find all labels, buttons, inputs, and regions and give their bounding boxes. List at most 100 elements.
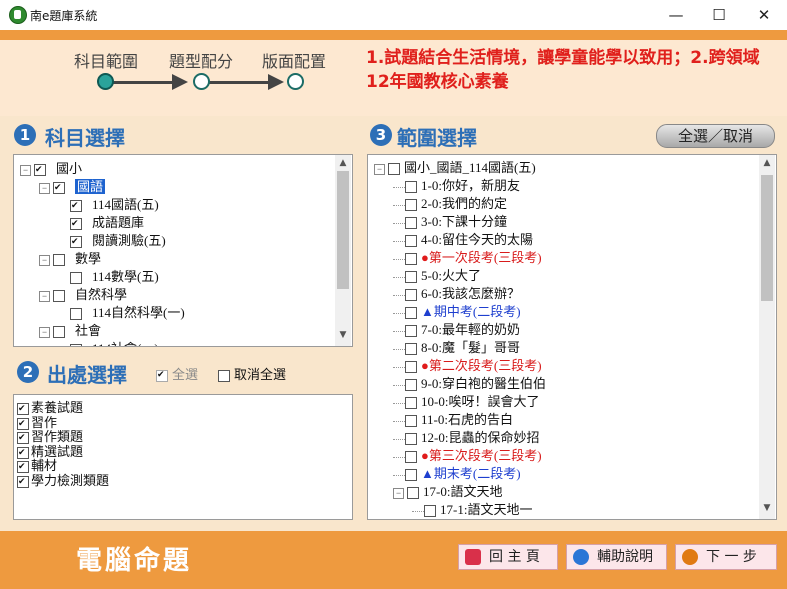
subject-tree-item[interactable]: 114自然科學(一) [58,302,185,321]
tree-expander-icon[interactable]: − [39,182,50,194]
tree-checkbox[interactable] [424,505,436,518]
range-tree-item[interactable]: − 17-0:語文天地 [393,481,502,500]
step-question-type[interactable]: 題型配分 [169,48,233,72]
subject-tree-item[interactable]: − 數學 [39,248,101,267]
tree-checkbox[interactable] [53,290,65,303]
tree-expander-icon[interactable]: − [39,254,50,266]
range-tree-item[interactable]: 12-0:昆蟲的保命妙招 [393,427,539,446]
select-all-checkbox[interactable] [156,369,168,382]
tree-checkbox[interactable] [405,415,417,428]
range-tree-item[interactable]: − 國小_國語_114國語(五) [374,157,536,176]
range-item-label: 第一次段考(三段考) [428,250,542,265]
tree-checkbox[interactable] [405,469,417,482]
tree-checkbox[interactable] [70,308,82,321]
home-button[interactable]: 回 主 頁 [458,544,558,570]
tree-checkbox[interactable] [405,289,417,302]
range-scroll-thumb[interactable] [761,175,773,301]
tree-checkbox[interactable] [53,326,65,339]
tree-item-label: 114國語(五) [92,197,159,212]
tree-checkbox[interactable] [70,218,82,231]
tree-checkbox[interactable] [405,271,417,284]
range-item-label: 3-0:下課十分鐘 [421,214,507,229]
range-tree-item[interactable]: 2-0:我們的約定 [393,193,507,212]
source-item[interactable]: 學力檢測類題 [17,470,109,489]
step-subject-range[interactable]: 科目範圍 [74,48,138,72]
help-button[interactable]: 輔助說明 [566,544,667,570]
range-tree-item[interactable]: ▲期中考(二段考) [393,301,521,320]
subject-tree-item[interactable]: − 國小 [20,158,82,177]
range-tree-item[interactable]: 8-0:魔「髮」哥哥 [393,337,520,356]
subject-tree-panel[interactable]: −國小−國語 114國語(五)成語題庫閱讀測驗(五)−數學114數學(五)−自然科… [13,154,353,347]
range-tree-item[interactable]: 5-0:火大了 [393,265,481,284]
tree-checkbox[interactable] [34,164,46,177]
tree-expander-icon[interactable]: − [20,164,31,176]
range-tree-item[interactable]: ●第三次段考(三段考) [393,445,542,464]
tree-checkbox[interactable] [405,397,417,410]
source-list-panel[interactable]: 素養試題習作習作類題精選試題輔材學力檢測類題 [13,394,353,520]
range-tree-item[interactable]: ▲期末考(二段考) [393,463,521,482]
range-toggle-select-button[interactable]: 全選／取消 [656,124,775,148]
range-tree-item[interactable]: 17-1:語文天地一 [412,499,532,518]
tree-checkbox[interactable] [405,451,417,464]
step-layout[interactable]: 版面配置 [262,48,326,72]
tree-checkbox[interactable] [405,217,417,230]
range-tree-item[interactable]: ●第一次段考(三段考) [393,247,542,266]
scroll-up-icon[interactable]: ▲ [759,158,775,168]
tree-checkbox[interactable] [388,163,400,176]
tree-checkbox[interactable] [407,487,419,500]
tree-checkbox[interactable] [405,235,417,248]
source-deselect-all[interactable]: 取消全選 [218,364,286,383]
tree-checkbox[interactable] [405,253,417,266]
range-tree-panel[interactable]: − 國小_國語_114國語(五) 1-0:你好，新朋友 2-0:我們的約定 3-0:下課… [367,154,777,520]
tree-checkbox[interactable] [70,236,82,249]
tree-expander-icon[interactable]: − [393,487,404,499]
scroll-up-icon[interactable]: ▲ [335,158,351,168]
scroll-down-icon[interactable]: ▼ [759,503,775,513]
close-button[interactable]: ✕ [742,0,786,30]
tree-checkbox[interactable] [70,344,82,346]
subject-scroll-thumb[interactable] [337,171,349,289]
tree-checkbox[interactable] [70,200,82,213]
tree-checkbox[interactable] [405,379,417,392]
range-tree-item[interactable]: 3-0:下課十分鐘 [393,211,507,230]
subject-tree-item[interactable]: 閱讀測驗(五) [58,230,166,249]
subject-tree-item[interactable]: 114社會(一) [58,338,159,346]
next-step-button[interactable]: 下 一 步 [675,544,777,570]
range-tree-item[interactable]: 1-0:你好，新朋友 [393,175,520,194]
maximize-button[interactable]: ☐ [697,0,741,30]
subject-tree-item[interactable]: − 自然科學 [39,284,127,303]
subject-scrollbar[interactable]: ▲ ▼ [335,155,351,346]
subject-tree-item[interactable]: 成語題庫 [58,212,144,231]
range-tree-item[interactable]: 6-0:我該怎麼辦？ [393,283,520,302]
scroll-down-icon[interactable]: ▼ [335,330,351,340]
range-tree-item[interactable]: 4-0:留住今天的太陽 [393,229,533,248]
tree-checkbox[interactable] [405,307,417,320]
range-tree-item[interactable]: 9-0:穿白袍的醫生伯伯 [393,373,546,392]
deselect-all-checkbox[interactable] [218,369,230,382]
subject-tree-item[interactable]: 114數學(五) [58,266,159,285]
tree-checkbox[interactable] [405,343,417,356]
tree-checkbox[interactable] [405,361,417,374]
tree-checkbox[interactable] [405,181,417,194]
source-select-all[interactable]: 全選 [156,364,198,383]
tree-connector [412,510,424,512]
tree-checkbox[interactable] [405,199,417,212]
source-checkbox[interactable] [17,475,29,488]
subject-tree-item[interactable]: − 社會 [39,320,101,339]
subject-tree-item[interactable]: 114國語(五) [58,194,159,213]
tree-checkbox[interactable] [405,325,417,338]
range-tree-item[interactable]: ●第二次段考(三段考) [393,355,542,374]
range-tree-item[interactable]: 7-0:最年輕的奶奶 [393,319,520,338]
tree-checkbox[interactable] [405,433,417,446]
tree-checkbox[interactable] [70,272,82,285]
range-tree-item[interactable]: 11-0:石虎的告白 [393,409,513,428]
tree-expander-icon[interactable]: − [39,290,50,302]
subject-tree-item[interactable]: − 國語 [39,176,106,195]
minimize-button[interactable]: — [654,0,698,30]
tree-checkbox[interactable] [53,182,65,195]
range-tree-item[interactable]: 10-0:唉呀！誤會大了 [393,391,539,410]
tree-expander-icon[interactable]: − [39,326,50,338]
range-scrollbar[interactable]: ▲ ▼ [759,155,775,519]
tree-expander-icon[interactable]: − [374,163,385,175]
tree-checkbox[interactable] [53,254,65,267]
